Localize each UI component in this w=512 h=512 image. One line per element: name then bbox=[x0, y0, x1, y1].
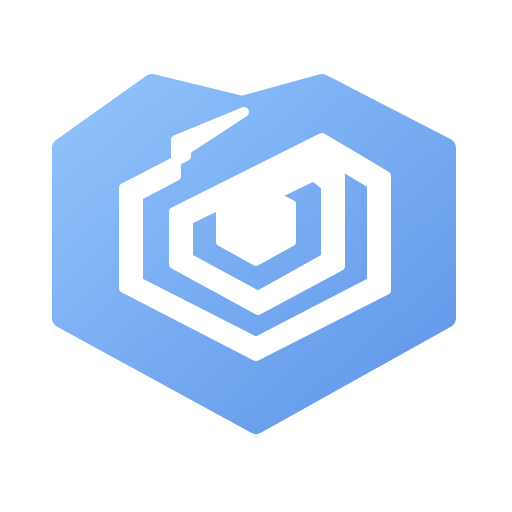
app-icon-canvas bbox=[0, 0, 512, 512]
logo-inner-cube bbox=[216, 182, 296, 266]
hexagon-heart-spiral-logo-icon bbox=[52, 74, 456, 434]
